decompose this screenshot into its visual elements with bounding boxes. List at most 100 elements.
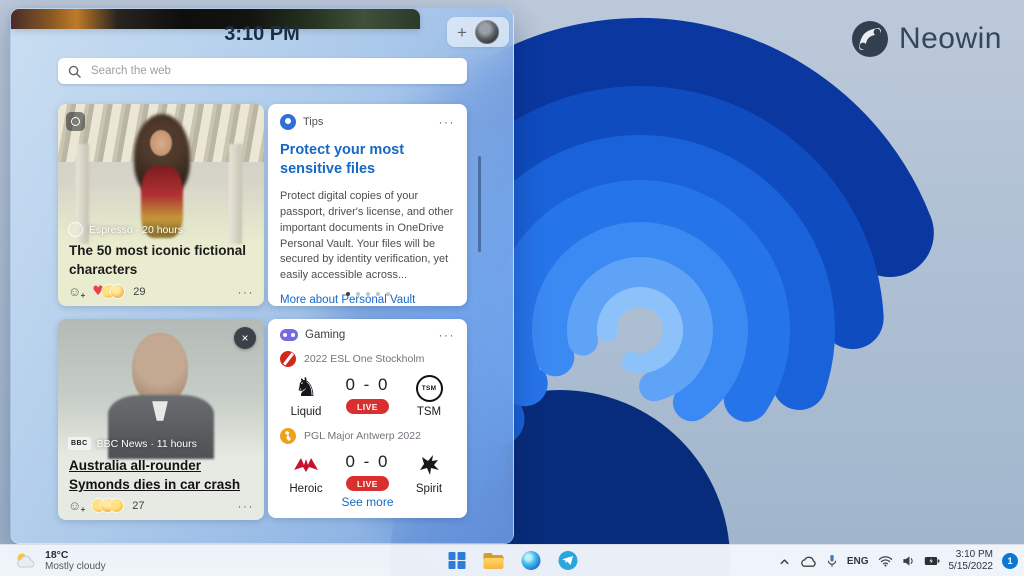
- tips-app-label: Tips: [303, 116, 323, 128]
- weather-temperature: 18°C: [45, 549, 106, 561]
- match-score: 0 - 0: [345, 375, 389, 395]
- reaction-row: ☺+ ♥ 29 ···: [68, 285, 254, 298]
- team-heroic-logo: [291, 450, 321, 480]
- news-card-espresso[interactable]: Espresso · 20 hours The 50 most iconic f…: [58, 104, 264, 306]
- tips-card[interactable]: Tips ··· Protect your most sensitive fil…: [268, 104, 467, 306]
- microphone-tray-button[interactable]: [826, 554, 838, 568]
- tray-date: 5/15/2022: [949, 561, 994, 574]
- tips-icon: [280, 114, 296, 130]
- reaction-emojis[interactable]: ♥: [92, 285, 120, 298]
- bbc-logo: BBC: [68, 437, 91, 450]
- reaction-row: ☺+ 27 ···: [68, 499, 254, 512]
- add-widget-button[interactable]: +: [457, 24, 467, 41]
- weather-widget-button[interactable]: 18°C Mostly cloudy: [6, 545, 114, 576]
- onedrive-tray-button[interactable]: [800, 555, 817, 568]
- close-icon[interactable]: ×: [234, 327, 256, 349]
- dota2-icon: [280, 351, 296, 367]
- neowin-logo-text: Neowin: [899, 22, 1002, 56]
- weather-condition: Mostly cloudy: [45, 561, 106, 573]
- file-explorer-button[interactable]: [481, 548, 507, 574]
- card-menu-button[interactable]: ···: [238, 500, 255, 512]
- taskbar-center: [444, 545, 581, 576]
- microphone-icon: [826, 554, 838, 568]
- tips-body: Protect digital copies of your passport,…: [280, 189, 455, 285]
- desktop: Neowin 3:10 PM +: [0, 0, 1024, 576]
- laugh-emoji-icon: [110, 499, 123, 512]
- pagination-dot[interactable]: [366, 292, 370, 296]
- news-headline[interactable]: Australia all-rounder Symonds dies in ca…: [69, 457, 254, 495]
- gaming-card[interactable]: Gaming ··· 2022 ESL One Stockholm ♞ Liqu…: [268, 319, 467, 518]
- reaction-emojis[interactable]: [92, 499, 119, 512]
- start-button[interactable]: [444, 548, 470, 574]
- chevron-up-icon: [778, 555, 791, 568]
- panel-account-pill: +: [447, 17, 509, 47]
- card-menu-button[interactable]: ···: [439, 329, 456, 341]
- team-tsm-logo: TSM: [414, 373, 444, 403]
- telegram-icon: [558, 551, 577, 570]
- panel-clock: 3:10 PM: [11, 23, 513, 46]
- weather-icon: [14, 551, 38, 571]
- system-tray: ENG 3:10 PM: [778, 545, 1020, 576]
- tips-title[interactable]: Protect your most sensitive files: [280, 141, 455, 179]
- add-reaction-icon[interactable]: ☺+: [68, 499, 81, 512]
- news-headline[interactable]: The 50 most iconic fictional characters: [69, 242, 254, 280]
- tips-link[interactable]: More about Personal Vault: [280, 294, 455, 306]
- onedrive-icon: [800, 555, 817, 568]
- telegram-button[interactable]: [555, 548, 581, 574]
- neowin-logo-icon: [851, 20, 889, 58]
- language-indicator[interactable]: ENG: [847, 556, 869, 567]
- add-reaction-icon[interactable]: ☺+: [68, 285, 81, 298]
- match-row[interactable]: ♞ Liquid 0 - 0 LIVE TSM TSM: [280, 373, 455, 418]
- panel-scrollbar[interactable]: [478, 156, 481, 252]
- news-card-bbc[interactable]: × BBC BBC News · 11 hours Australia all-…: [58, 319, 264, 520]
- pagination-dot[interactable]: [346, 292, 350, 296]
- news-source: BBC BBC News · 11 hours: [68, 437, 197, 450]
- live-badge[interactable]: LIVE: [346, 476, 389, 491]
- neowin-logo: Neowin: [851, 20, 1002, 58]
- battery-icon: [924, 556, 940, 566]
- reaction-count: 29: [133, 286, 145, 298]
- see-more-link[interactable]: See more: [268, 495, 467, 509]
- team-name: TSM: [417, 406, 441, 418]
- volume-tray-button[interactable]: [902, 555, 915, 567]
- edge-button[interactable]: [518, 548, 544, 574]
- msn-provider-icon: [66, 112, 85, 131]
- pagination-dot[interactable]: [376, 292, 380, 296]
- tray-time: 3:10 PM: [956, 549, 993, 562]
- source-label: BBC News · 11 hours: [97, 438, 197, 450]
- team-name: Liquid: [291, 406, 322, 418]
- pagination-dot[interactable]: [356, 292, 360, 296]
- source-avatar: [68, 222, 83, 237]
- web-search-bar[interactable]: [58, 58, 467, 84]
- team-name: Heroic: [289, 483, 322, 495]
- start-icon: [448, 552, 465, 569]
- tray-clock[interactable]: 3:10 PM 5/15/2022: [949, 549, 994, 574]
- source-label: Espresso · 20 hours: [89, 224, 183, 236]
- tips-pagination: [268, 292, 467, 296]
- news-source: Espresso · 20 hours: [68, 222, 183, 237]
- tray-chevron-button[interactable]: [778, 555, 791, 568]
- volume-icon: [902, 555, 915, 567]
- card-menu-button[interactable]: ···: [238, 286, 255, 298]
- search-input[interactable]: [89, 64, 457, 78]
- gamepad-icon: [280, 329, 298, 341]
- gaming-app-label: Gaming: [305, 329, 345, 341]
- event-name: 2022 ESL One Stockholm: [304, 353, 424, 365]
- wifi-icon: [878, 555, 893, 567]
- team-name: Spirit: [416, 483, 442, 495]
- search-icon: [68, 65, 81, 78]
- user-avatar[interactable]: [475, 20, 499, 44]
- team-liquid-logo: ♞: [291, 373, 321, 403]
- widgets-panel: 3:10 PM + Espres: [10, 8, 514, 544]
- file-explorer-icon: [484, 553, 504, 569]
- pagination-dot[interactable]: [386, 292, 390, 296]
- card-menu-button[interactable]: ···: [439, 116, 456, 128]
- match-row[interactable]: Heroic 0 - 0 LIVE Spirit: [280, 450, 455, 495]
- wifi-tray-button[interactable]: [878, 555, 893, 567]
- taskbar: 18°C Mostly cloudy: [0, 544, 1024, 576]
- reaction-count: 27: [132, 500, 144, 512]
- notification-badge[interactable]: 1: [1002, 553, 1018, 569]
- battery-tray-button[interactable]: [924, 556, 940, 566]
- live-badge[interactable]: LIVE: [346, 399, 389, 414]
- laugh-emoji-icon: [111, 285, 124, 298]
